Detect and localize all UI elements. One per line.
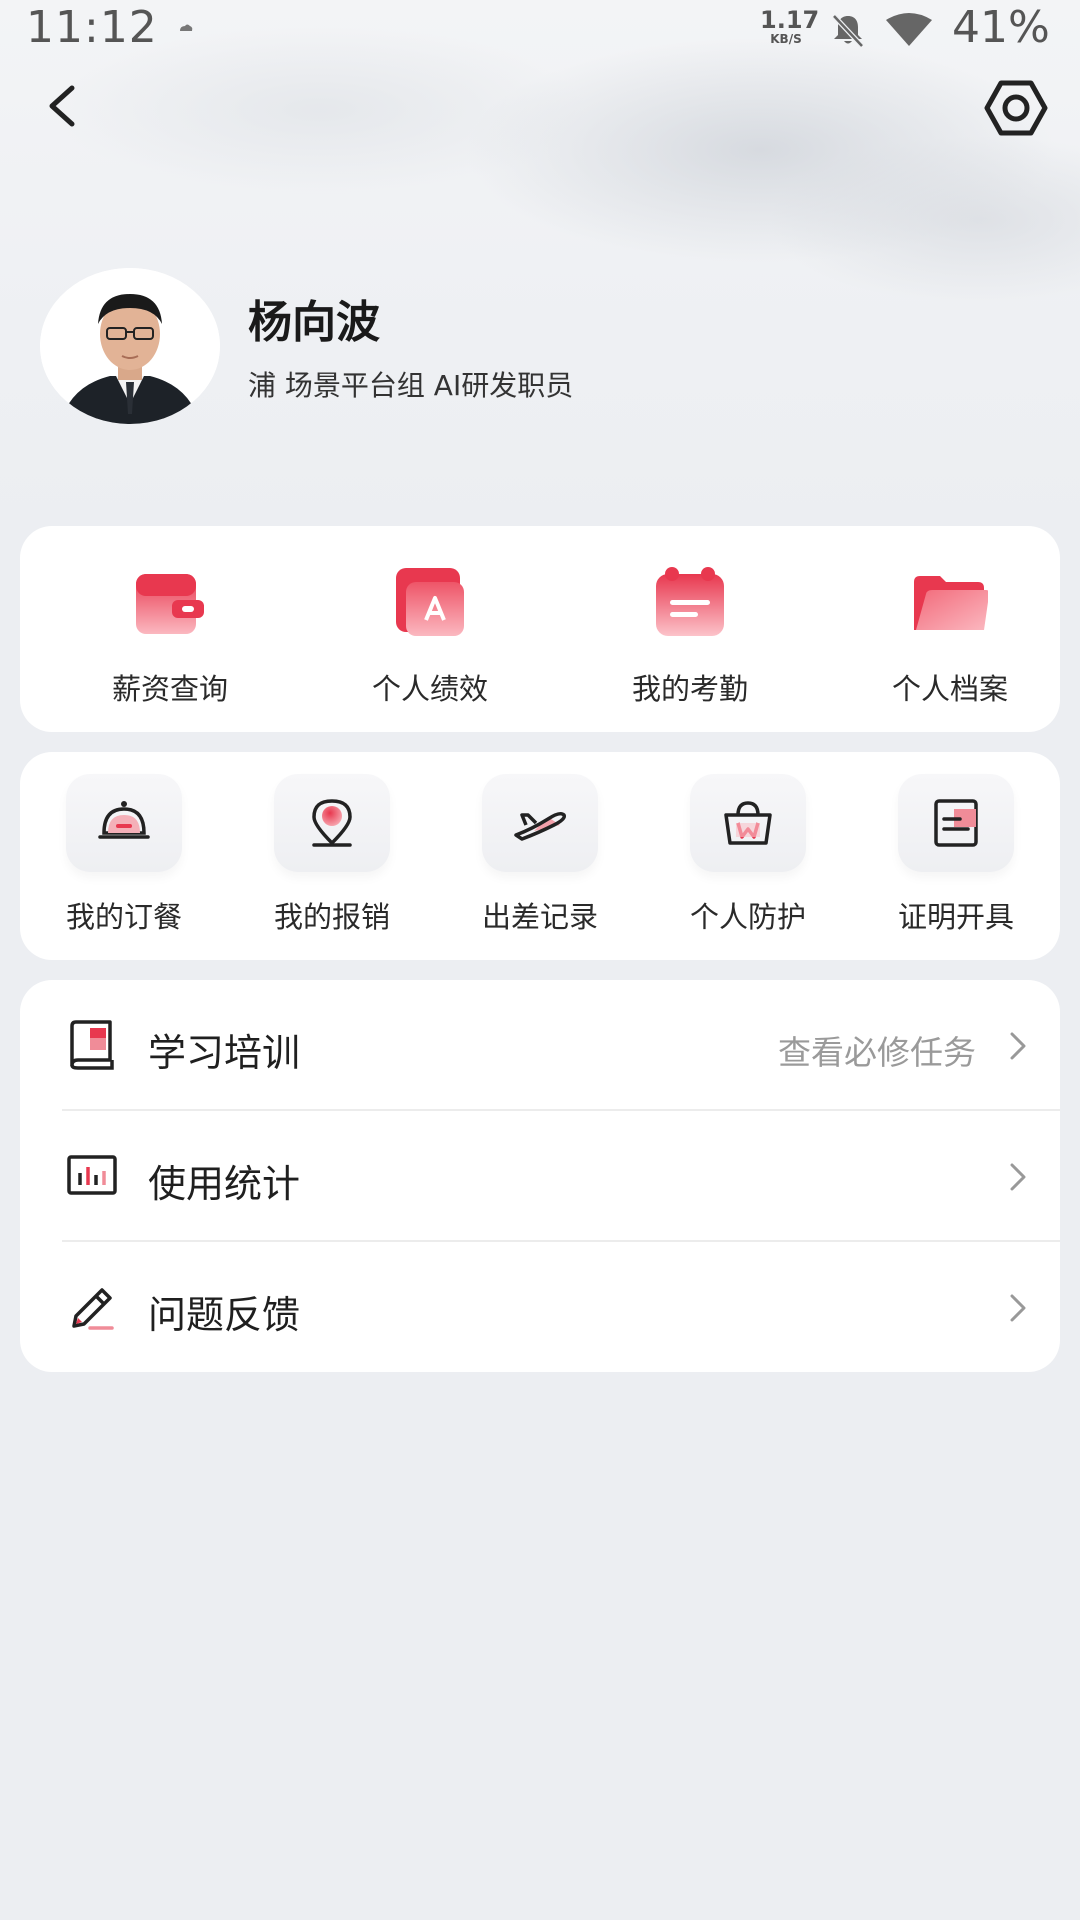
meal-cloche-icon [98, 801, 150, 839]
menu-item-label: 使用统计 [148, 1162, 301, 1206]
service-label: 出差记录 [481, 900, 598, 934]
pen-icon [72, 1288, 114, 1330]
menu-card: 学习培训 查看必修任务 使用统计 问题反馈 [20, 980, 1060, 1372]
user-name: 杨向波 [248, 297, 380, 348]
calendar-icon [656, 567, 724, 636]
service-icon-box [482, 774, 598, 872]
quick-actions-card: 薪资查询 个人绩效 我的考勤 个人档案 [20, 526, 1060, 732]
back-button[interactable] [40, 82, 88, 130]
network-speed-unit: KB/S [770, 32, 802, 46]
menu-item-feedback[interactable]: 问题反馈 [20, 1242, 1060, 1372]
document-icon [934, 799, 978, 847]
quick-action-performance[interactable]: 个人绩效 [300, 526, 560, 732]
service-icon-box [898, 774, 1014, 872]
airplane-icon [514, 811, 567, 841]
chevron-right-icon [1010, 1032, 1026, 1060]
service-icon-box [274, 774, 390, 872]
menu-item-label: 学习培训 [148, 1031, 301, 1075]
cloud-icon [180, 24, 193, 31]
book-icon [70, 1020, 114, 1070]
settings-button[interactable] [984, 78, 1048, 138]
service-protection[interactable]: 个人防护 [644, 752, 852, 960]
quick-action-label: 我的考勤 [631, 672, 748, 706]
quick-action-salary[interactable]: 薪资查询 [40, 526, 300, 732]
folder-icon [914, 576, 988, 630]
chevron-left-icon [49, 85, 75, 127]
service-label: 证明开具 [897, 900, 1014, 934]
quick-action-label: 薪资查询 [111, 672, 228, 706]
quick-action-attendance[interactable]: 我的考勤 [560, 526, 820, 732]
user-department: 浦 场景平台组 AI研发职员 [248, 369, 574, 402]
service-reimbursement[interactable]: 我的报销 [228, 752, 436, 960]
bell-muted-icon [832, 14, 864, 48]
service-certificate[interactable]: 证明开具 [852, 752, 1060, 960]
service-business-trip[interactable]: 出差记录 [436, 752, 644, 960]
basket-icon [724, 801, 772, 845]
service-meal-order[interactable]: 我的订餐 [20, 752, 228, 960]
network-speed-value: 1.17 [760, 6, 820, 34]
service-icon-box [690, 774, 806, 872]
quick-action-label: 个人绩效 [371, 672, 488, 706]
chevron-right-icon [1010, 1294, 1026, 1322]
services-card: 我的订餐 我的报销 出差记录 个人防护 证明开具 [20, 752, 1060, 960]
service-label: 我的报销 [273, 900, 390, 934]
quick-action-label: 个人档案 [891, 672, 1008, 706]
avatar-photo [40, 268, 220, 424]
quick-action-archive[interactable]: 个人档案 [820, 526, 1080, 732]
location-pin-icon [312, 799, 352, 847]
service-icon-box [66, 774, 182, 872]
avatar[interactable] [40, 268, 220, 424]
service-label: 个人防护 [689, 900, 806, 934]
hexagon-gear-icon [984, 80, 1048, 136]
required-tasks-link[interactable]: 查看必修任务 [778, 1026, 976, 1074]
menu-item-usage-stats[interactable]: 使用统计 [20, 1111, 1060, 1241]
menu-item-label: 问题反馈 [148, 1293, 301, 1337]
chevron-right-icon [1010, 1163, 1026, 1191]
network-speed: 1.17 KB/S [760, 6, 820, 46]
service-label: 我的订餐 [65, 900, 182, 934]
performance-icon [396, 568, 464, 636]
battery-level: 41% [952, 2, 1050, 53]
status-time: 11:12 [26, 2, 158, 53]
wallet-icon [136, 574, 204, 634]
bar-chart-icon [67, 1155, 117, 1195]
status-bar: 11:12 1.17 KB/S 41% [0, 0, 1080, 56]
wifi-icon [886, 13, 932, 46]
menu-item-training[interactable]: 学习培训 查看必修任务 [20, 980, 1060, 1110]
